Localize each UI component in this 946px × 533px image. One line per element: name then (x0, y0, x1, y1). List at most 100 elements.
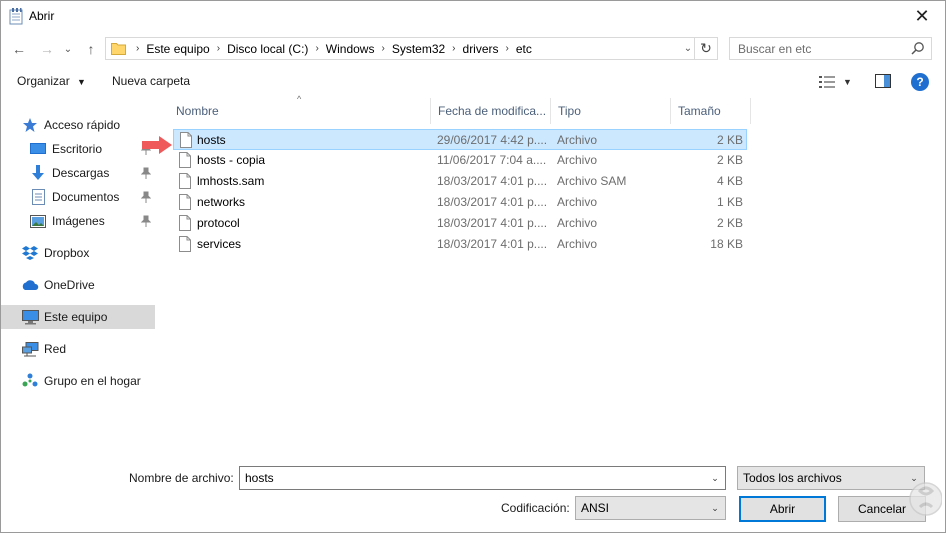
watermark-logo-icon (909, 482, 942, 516)
sidebar-item-dropbox[interactable]: Dropbox (21, 241, 155, 265)
sidebar-item-label: Dropbox (44, 246, 90, 260)
search-input[interactable] (730, 38, 906, 59)
file-list: ^ Nombre Fecha de modifica... Tipo Tamañ… (169, 94, 945, 456)
breadcrumb-system32[interactable]: System32 (389, 42, 448, 56)
sidebar-item-escritorio[interactable]: Escritorio (29, 137, 155, 161)
filename-field[interactable]: hosts ⌄ (239, 466, 726, 490)
details-view-icon (819, 76, 835, 88)
table-row[interactable]: protocol 18/03/2017 4:01 p.... Archivo 2… (173, 213, 747, 234)
sidebar-item-label: Acceso rápido (44, 118, 121, 132)
column-header-label: Tamaño (678, 104, 721, 118)
table-row[interactable]: lmhosts.sam 18/03/2017 4:01 p.... Archiv… (173, 171, 747, 192)
file-type-filter-select[interactable]: Todos los archivos ⌄ (737, 466, 925, 490)
help-button[interactable]: ? (911, 73, 929, 91)
column-header-fecha[interactable]: Fecha de modifica... (431, 98, 551, 124)
table-row[interactable]: hosts - copia 11/06/2017 7:04 a.... Arch… (173, 150, 747, 171)
chevron-down-icon: ⌄ (711, 472, 719, 483)
file-size: 2 KB (716, 216, 743, 230)
sidebar-item-grupo-hogar[interactable]: Grupo en el hogar (21, 369, 155, 393)
change-view-button[interactable]: ▼ (819, 73, 859, 91)
breadcrumb: › Este equipo › Disco local (C:) › Windo… (132, 38, 535, 59)
close-button[interactable]: ✕ (899, 1, 945, 32)
column-header-tipo[interactable]: Tipo (551, 98, 671, 124)
table-row[interactable]: hosts 29/06/2017 4:42 p.... Archivo 2 KB (173, 129, 747, 150)
sidebar-item-label: Grupo en el hogar (44, 374, 141, 388)
open-file-dialog: Abrir ✕ ← → ⌄ ↑ › Este equipo › Disco lo… (0, 0, 946, 533)
search-box[interactable] (729, 37, 932, 60)
encoding-value: ANSI (581, 501, 610, 515)
pin-icon[interactable] (141, 215, 151, 227)
file-name: networks (197, 195, 246, 209)
breadcrumb-windows[interactable]: Windows (323, 42, 378, 56)
help-icon: ? (916, 75, 924, 89)
sidebar-item-red[interactable]: Red (21, 337, 155, 361)
file-type: Archivo (557, 195, 598, 209)
filename-dropdown-button[interactable]: ⌄ (705, 467, 725, 489)
table-row[interactable]: networks 18/03/2017 4:01 p.... Archivo 1… (173, 192, 747, 213)
pin-icon[interactable] (141, 191, 151, 203)
file-icon (180, 132, 192, 148)
breadcrumb-separator[interactable]: › (448, 43, 459, 54)
up-button[interactable]: ↑ (81, 39, 101, 59)
computer-icon (21, 309, 39, 325)
file-icon (179, 194, 191, 210)
refresh-button[interactable]: ↻ (695, 37, 718, 60)
organize-button[interactable]: Organizar ▼ (17, 74, 86, 88)
column-header-tamano[interactable]: Tamaño (671, 98, 751, 124)
breadcrumb-separator[interactable]: › (311, 43, 322, 54)
sidebar-item-descargas[interactable]: Descargas (29, 161, 155, 185)
file-name: hosts (197, 133, 226, 147)
breadcrumb-separator: › (136, 43, 140, 54)
file-type: Archivo SAM (557, 174, 627, 188)
table-row[interactable]: services 18/03/2017 4:01 p.... Archivo 1… (173, 234, 747, 255)
breadcrumb-disco-local[interactable]: Disco local (C:) (224, 42, 311, 56)
file-size: 1 KB (716, 195, 743, 209)
breadcrumb-etc[interactable]: etc (513, 42, 535, 56)
command-bar: Organizar ▼ Nueva carpeta ▼ ? (1, 69, 945, 95)
sidebar-item-imagenes[interactable]: Imágenes (29, 209, 155, 233)
breadcrumb-este-equipo[interactable]: Este equipo (143, 42, 212, 56)
navigation-pane: Acceso rápido Escritorio Descargas Docum… (1, 105, 161, 455)
filename-value: hosts (245, 471, 274, 485)
back-button[interactable]: ← (9, 39, 29, 59)
column-header-nombre[interactable]: Nombre (169, 98, 431, 124)
file-size: 2 KB (716, 133, 743, 147)
file-size: 18 KB (710, 237, 743, 251)
open-button[interactable]: Abrir (739, 496, 826, 522)
desktop-icon (29, 141, 47, 157)
arrow-up-icon: ↑ (87, 41, 95, 57)
recent-locations-button[interactable]: ⌄ (61, 39, 75, 59)
sidebar-item-onedrive[interactable]: OneDrive (21, 273, 155, 297)
open-button-label: Abrir (769, 502, 796, 516)
file-size: 4 KB (716, 174, 743, 188)
address-bar[interactable]: › Este equipo › Disco local (C:) › Windo… (105, 37, 695, 60)
file-type: Archivo (557, 216, 598, 230)
sidebar-item-documentos[interactable]: Documentos (29, 185, 155, 209)
file-icon (179, 215, 191, 231)
pin-icon[interactable] (141, 167, 151, 179)
breadcrumb-drivers[interactable]: drivers (460, 42, 502, 56)
caret-down-icon: ▼ (843, 77, 852, 87)
search-icon (911, 42, 924, 55)
encoding-dropdown-button[interactable]: ⌄ (705, 497, 725, 519)
sidebar-item-label: Red (44, 342, 67, 356)
download-icon (29, 165, 47, 181)
forward-button[interactable]: → (37, 39, 57, 59)
chevron-down-icon: ⌄ (711, 502, 719, 513)
breadcrumb-separator[interactable]: › (213, 43, 224, 54)
encoding-label: Codificación: (501, 501, 570, 515)
file-date: 29/06/2017 4:42 p.... (437, 133, 548, 147)
sidebar-item-label: Este equipo (44, 310, 108, 324)
new-folder-button[interactable]: Nueva carpeta (112, 74, 190, 88)
breadcrumb-separator[interactable]: › (502, 43, 513, 54)
close-icon: ✕ (914, 6, 930, 26)
sidebar-item-acceso-rapido[interactable]: Acceso rápido (21, 113, 155, 137)
encoding-select[interactable]: ANSI ⌄ (575, 496, 726, 520)
dropbox-icon (21, 245, 39, 261)
preview-pane-icon[interactable] (875, 74, 891, 88)
breadcrumb-separator[interactable]: › (377, 43, 388, 54)
sidebar-item-este-equipo[interactable]: Este equipo (1, 305, 155, 329)
chevron-down-icon: ⌄ (63, 43, 73, 55)
filename-label: Nombre de archivo: (129, 471, 234, 485)
file-type-filter-value: Todos los archivos (743, 471, 842, 485)
